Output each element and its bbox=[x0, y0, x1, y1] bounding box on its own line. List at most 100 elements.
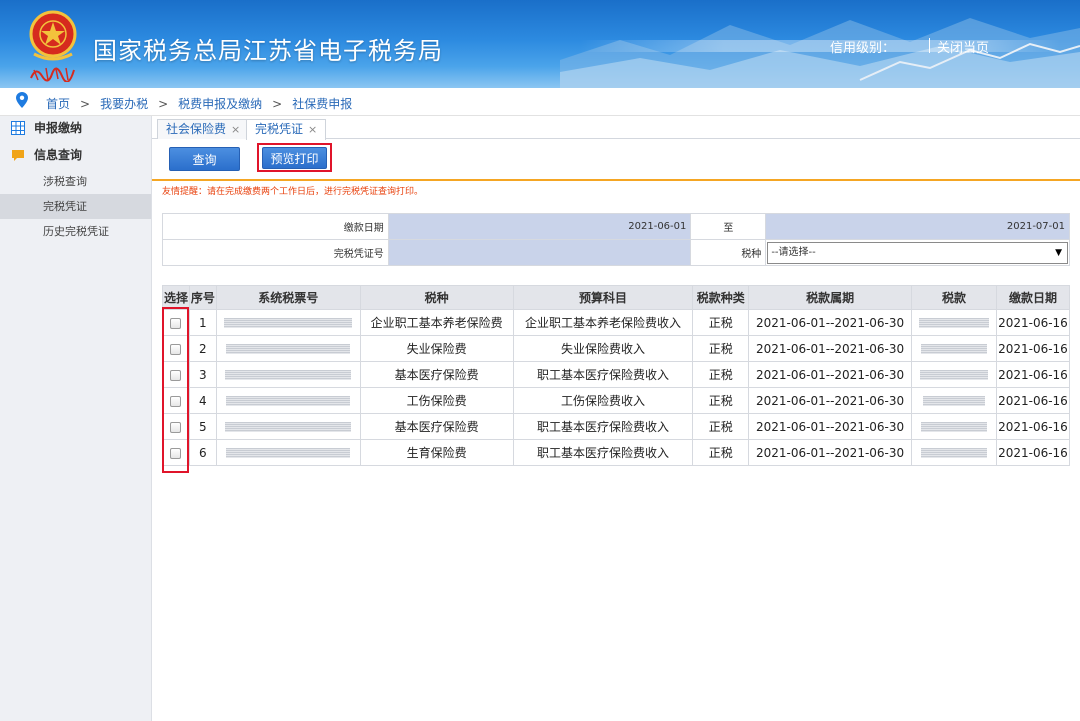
voucher-number-label: 完税凭证号 bbox=[162, 239, 389, 266]
sidebar-item-tax-query[interactable]: 涉税查询 bbox=[0, 169, 151, 194]
row-tax-kind: 正税 bbox=[692, 361, 750, 388]
tab-label: 社会保险费 bbox=[166, 122, 227, 136]
print-button-highlight: 预览打印 bbox=[257, 143, 332, 172]
row-tax-kind: 正税 bbox=[692, 439, 750, 466]
row-budget-item: 职工基本医疗保险费收入 bbox=[512, 413, 694, 440]
sidebar-group-info-query[interactable]: 信息查询 bbox=[0, 143, 151, 167]
row-budget-item: 职工基本医疗保险费收入 bbox=[512, 361, 694, 388]
table-row: 6 生育保险费 职工基本医疗保险费收入 正税 2021-06-01--2021-… bbox=[162, 439, 1071, 466]
row-index: 3 bbox=[188, 361, 217, 388]
sidebar: 申报缴纳 信息查询 涉税查询 完税凭证 历史完税凭证 bbox=[0, 116, 152, 721]
close-icon[interactable]: × bbox=[308, 123, 317, 136]
dropdown-arrow-icon: ▼ bbox=[1055, 247, 1062, 258]
row-pay-date: 2021-06-16 bbox=[995, 413, 1071, 440]
row-checkbox[interactable] bbox=[170, 447, 182, 459]
site-header: 国家税务总局江苏省电子税务局 信用级别： 关闭当页 bbox=[0, 0, 1080, 88]
row-checkbox[interactable] bbox=[170, 369, 182, 381]
breadcrumb-tax-service[interactable]: 我要办税 bbox=[100, 97, 148, 111]
header-tax-kind: 税款种类 bbox=[692, 285, 750, 310]
row-index: 2 bbox=[188, 335, 217, 362]
credit-level-label: 信用级别： bbox=[830, 41, 896, 56]
close-icon[interactable]: × bbox=[231, 123, 240, 136]
tab-social-insurance[interactable]: 社会保险费 × bbox=[157, 119, 250, 139]
breadcrumb-social-insurance[interactable]: 社保费申报 bbox=[292, 97, 352, 111]
breadcrumb: 首页 > 我要办税 > 税费申报及缴纳 > 社保费申报 bbox=[0, 88, 1080, 116]
toolbar-divider bbox=[152, 179, 1080, 181]
breadcrumb-separator: > bbox=[80, 97, 91, 111]
tab-bar: 社会保险费 × 完税凭证 × bbox=[152, 116, 1080, 140]
header-divider bbox=[929, 38, 930, 53]
row-checkbox[interactable] bbox=[170, 343, 182, 355]
table-row: 5 基本医疗保险费 职工基本医疗保险费收入 正税 2021-06-01--202… bbox=[162, 413, 1071, 440]
row-budget-item: 工伤保险费收入 bbox=[512, 387, 694, 414]
row-checkbox[interactable] bbox=[170, 421, 182, 433]
pay-date-from-input[interactable]: 2021-06-01 bbox=[387, 213, 692, 240]
row-pay-date: 2021-06-16 bbox=[995, 335, 1071, 362]
breadcrumb-home[interactable]: 首页 bbox=[46, 97, 70, 111]
tab-label: 完税凭证 bbox=[255, 122, 304, 136]
header-select: 选择 bbox=[162, 285, 190, 310]
query-button[interactable]: 查询 bbox=[169, 147, 240, 171]
row-index: 4 bbox=[188, 387, 217, 414]
pay-date-to-input[interactable]: 2021-07-01 bbox=[765, 213, 1070, 240]
row-pay-date: 2021-06-16 bbox=[995, 439, 1071, 466]
row-tax-type: 基本医疗保险费 bbox=[359, 413, 514, 440]
row-tax-type: 基本医疗保险费 bbox=[359, 361, 514, 388]
redacted-ticket-no bbox=[224, 318, 353, 328]
row-index: 1 bbox=[188, 309, 217, 336]
row-tax-type: 工伤保险费 bbox=[359, 387, 514, 414]
header-budget-item: 预算科目 bbox=[512, 285, 694, 310]
tax-type-label: 税种 bbox=[690, 239, 767, 266]
redacted-ticket-no bbox=[225, 422, 352, 432]
row-tax-period: 2021-06-01--2021-06-30 bbox=[748, 439, 913, 466]
redacted-amount bbox=[918, 318, 989, 328]
row-tax-period: 2021-06-01--2021-06-30 bbox=[748, 361, 913, 388]
location-pin-icon bbox=[16, 92, 28, 108]
redacted-ticket-no bbox=[226, 344, 351, 354]
header-pay-date: 缴款日期 bbox=[995, 285, 1071, 310]
sidebar-item-history-voucher[interactable]: 历史完税凭证 bbox=[0, 219, 151, 244]
sidebar-group-label: 申报缴纳 bbox=[34, 121, 83, 135]
row-tax-type: 失业保险费 bbox=[359, 335, 514, 362]
row-tax-period: 2021-06-01--2021-06-30 bbox=[748, 413, 913, 440]
sidebar-group-declaration[interactable]: 申报缴纳 bbox=[0, 116, 151, 140]
tab-tax-voucher[interactable]: 完税凭证 × bbox=[246, 119, 327, 140]
breadcrumb-declaration[interactable]: 税费申报及缴纳 bbox=[178, 97, 262, 111]
row-tax-period: 2021-06-01--2021-06-30 bbox=[748, 335, 913, 362]
notice-text: 友情提醒：请在完成缴费两个工作日后，进行完税凭证查询打印。 bbox=[162, 187, 424, 197]
preview-print-button[interactable]: 预览打印 bbox=[262, 147, 327, 169]
redacted-amount bbox=[919, 370, 988, 380]
row-checkbox[interactable] bbox=[170, 317, 182, 329]
row-tax-kind: 正税 bbox=[692, 387, 750, 414]
redacted-ticket-no bbox=[225, 370, 352, 380]
voucher-number-input[interactable] bbox=[387, 239, 692, 266]
tax-type-select[interactable]: --请选择-- ▼ bbox=[767, 241, 1068, 264]
voucher-table: 选择 序号 系统税票号 税种 预算科目 税款种类 税款属期 税款 缴款日期 1 … bbox=[162, 285, 1071, 466]
chat-icon bbox=[12, 150, 24, 161]
row-tax-kind: 正税 bbox=[692, 309, 750, 336]
row-tax-kind: 正税 bbox=[692, 335, 750, 362]
row-tax-type: 生育保险费 bbox=[359, 439, 514, 466]
redacted-ticket-no bbox=[226, 448, 351, 458]
header-ticket-no: 系统税票号 bbox=[215, 285, 361, 310]
row-tax-type: 企业职工基本养老保险费 bbox=[359, 309, 514, 336]
row-checkbox[interactable] bbox=[170, 395, 182, 407]
row-budget-item: 企业职工基本养老保险费收入 bbox=[512, 309, 694, 336]
redacted-amount bbox=[920, 448, 987, 458]
china-tax-logo-icon bbox=[30, 67, 75, 82]
national-emblem-icon bbox=[29, 10, 77, 61]
header-index: 序号 bbox=[188, 285, 217, 310]
breadcrumb-separator: > bbox=[158, 97, 169, 111]
breadcrumb-separator: > bbox=[272, 97, 283, 111]
site-title: 国家税务总局江苏省电子税务局 bbox=[93, 37, 443, 65]
sidebar-item-tax-voucher[interactable]: 完税凭证 bbox=[0, 194, 151, 219]
table-row: 2 失业保险费 失业保险费收入 正税 2021-06-01--2021-06-3… bbox=[162, 335, 1071, 362]
row-budget-item: 职工基本医疗保险费收入 bbox=[512, 439, 694, 466]
row-pay-date: 2021-06-16 bbox=[995, 309, 1071, 336]
table-header-row: 选择 序号 系统税票号 税种 预算科目 税款种类 税款属期 税款 缴款日期 bbox=[162, 285, 1071, 310]
row-index: 5 bbox=[188, 413, 217, 440]
close-page-link[interactable]: 关闭当页 bbox=[937, 37, 989, 56]
table-row: 3 基本医疗保险费 职工基本医疗保险费收入 正税 2021-06-01--202… bbox=[162, 361, 1071, 388]
redacted-amount bbox=[922, 396, 985, 406]
redacted-ticket-no bbox=[226, 396, 351, 406]
